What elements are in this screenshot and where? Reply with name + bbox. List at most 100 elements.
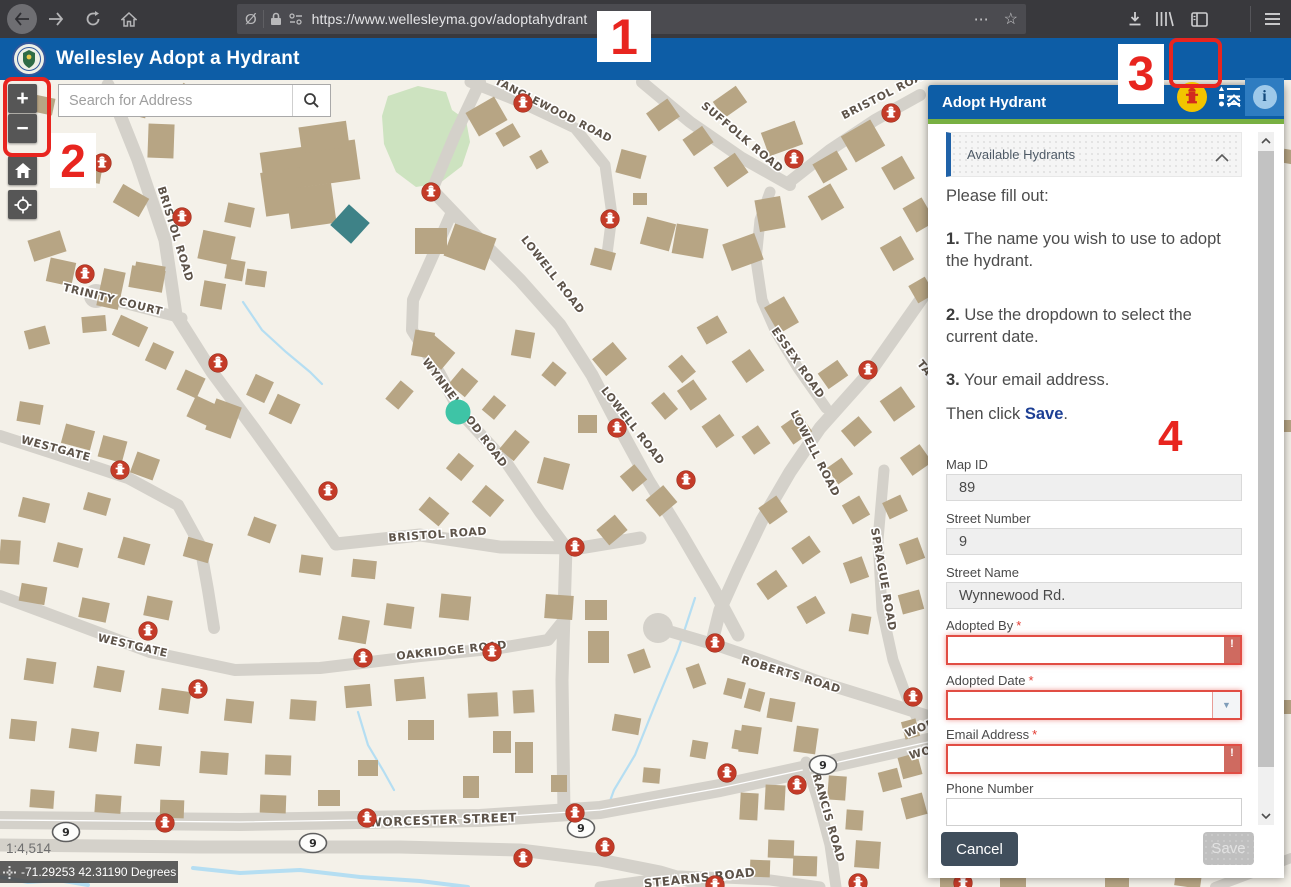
library-button[interactable] [1154, 11, 1176, 27]
available-hydrants-section[interactable]: Available Hydrants [946, 132, 1242, 177]
legend-button[interactable] [1216, 85, 1240, 109]
hydrant-marker[interactable] [209, 354, 228, 373]
adopted-date-input[interactable]: ▼ [946, 690, 1242, 720]
bookmark-star-icon[interactable]: ☆ [1004, 9, 1018, 29]
instruction-step: 1. The name you wish to use to adopt the… [946, 228, 1234, 272]
building [0, 539, 21, 564]
adopt-hydrant-panel: Adopt Hydrant × Available Hydrants Pleas… [928, 85, 1284, 878]
hydrant-marker[interactable] [566, 538, 585, 557]
home-button[interactable] [8, 156, 37, 185]
hydrant-marker[interactable] [156, 814, 175, 833]
hydrant-marker[interactable] [514, 849, 533, 868]
adopted-by-input[interactable]: ! [946, 635, 1242, 665]
building [318, 790, 340, 806]
hydrant-marker[interactable] [173, 208, 192, 227]
building [588, 631, 609, 663]
building [289, 699, 316, 721]
reload-button[interactable] [84, 11, 102, 27]
building [224, 699, 254, 724]
instruction-step: 3. Your email address. [946, 369, 1234, 391]
building [845, 809, 863, 830]
lock-icon [270, 12, 282, 26]
adopted-date-dropdown-button[interactable]: ▼ [1212, 692, 1240, 718]
route-shield-number: 9 [819, 759, 827, 772]
email-address-label: Email Address* [946, 727, 1037, 742]
search-input[interactable]: Search for Address [59, 93, 292, 109]
url-text[interactable]: https://www.wellesleyma.gov/adoptahydran… [312, 11, 588, 27]
street-name-input[interactable]: Wynnewood Rd. [946, 582, 1242, 609]
building [245, 269, 267, 288]
building [764, 784, 785, 810]
phone-number-input[interactable] [946, 798, 1242, 826]
hydrant-marker[interactable] [139, 622, 158, 641]
building [642, 767, 660, 783]
annotation-outline-zoom-controls [3, 77, 51, 157]
hydrant-marker[interactable] [358, 809, 377, 828]
building [344, 684, 372, 708]
building [467, 692, 498, 718]
downloads-button[interactable] [1126, 11, 1144, 27]
email-address-input[interactable]: ! [946, 744, 1242, 774]
save-link[interactable]: Save [1025, 405, 1064, 423]
sidebar-toggle-button[interactable] [1190, 11, 1208, 27]
hydrant-marker[interactable] [677, 471, 696, 490]
building [738, 725, 762, 755]
building [408, 720, 434, 740]
hydrant-marker[interactable] [904, 688, 923, 707]
tracking-protection-icon[interactable]: Ø [245, 11, 257, 28]
hydrant-marker[interactable] [608, 419, 627, 438]
building [81, 315, 106, 333]
building [94, 794, 121, 814]
hydrant-marker[interactable] [566, 804, 585, 823]
back-button[interactable] [7, 4, 37, 34]
hydrant-marker[interactable] [785, 150, 804, 169]
scroll-down-button[interactable] [1258, 807, 1274, 825]
search-button[interactable] [292, 85, 330, 116]
hydrant-marker[interactable] [111, 461, 130, 480]
hydrant-marker[interactable] [601, 210, 620, 229]
building [793, 726, 818, 755]
hydrant-marker[interactable] [76, 265, 95, 284]
hydrant-marker[interactable] [189, 680, 208, 699]
hydrant-marker[interactable] [514, 94, 533, 113]
locate-button[interactable] [8, 190, 37, 219]
street-name-value: Wynnewood Rd. [959, 588, 1065, 604]
hydrant-marker[interactable] [483, 643, 502, 662]
street-number-input[interactable]: 9 [946, 528, 1242, 555]
hydrant-marker[interactable] [319, 482, 338, 501]
building [463, 776, 479, 798]
info-button[interactable]: i [1245, 78, 1284, 116]
forward-button[interactable] [47, 11, 65, 27]
selected-hydrant-marker[interactable] [446, 400, 471, 425]
hydrant-marker[interactable] [718, 764, 737, 783]
hydrant-marker[interactable] [706, 634, 725, 653]
building [200, 280, 226, 309]
map-id-value: 89 [959, 480, 975, 496]
address-search: Search for Address [58, 84, 331, 117]
page-actions-icon[interactable]: ⋯ [974, 10, 990, 28]
cancel-button[interactable]: Cancel [941, 832, 1018, 866]
required-asterisk: * [1029, 673, 1034, 688]
panel-title: Adopt Hydrant [942, 85, 1046, 119]
menu-button[interactable] [1262, 11, 1282, 27]
hydrant-marker[interactable] [422, 183, 441, 202]
permissions-icon[interactable] [289, 12, 303, 26]
map-id-input[interactable]: 89 [946, 474, 1242, 501]
section-chevron-up-icon[interactable] [1215, 149, 1229, 167]
section-title: Available Hydrants [967, 147, 1075, 162]
panel-scrollbar-thumb[interactable] [1258, 151, 1274, 767]
building [199, 751, 228, 775]
building [69, 728, 100, 752]
hydrant-marker[interactable] [788, 776, 807, 795]
coordinates-text: -71.29253 42.31190 Degrees [21, 865, 176, 879]
hydrant-marker[interactable] [596, 838, 615, 857]
page-title: Wellesley Adopt a Hydrant [56, 38, 300, 80]
adopted-by-label: Adopted By* [946, 618, 1021, 633]
hydrant-marker[interactable] [354, 649, 373, 668]
hydrant-marker[interactable] [859, 361, 878, 380]
save-button[interactable]: Save [1203, 832, 1254, 865]
home-button-browser[interactable] [120, 11, 138, 27]
hydrant-marker[interactable] [882, 104, 901, 123]
building [439, 593, 471, 620]
scroll-up-button[interactable] [1258, 132, 1274, 150]
